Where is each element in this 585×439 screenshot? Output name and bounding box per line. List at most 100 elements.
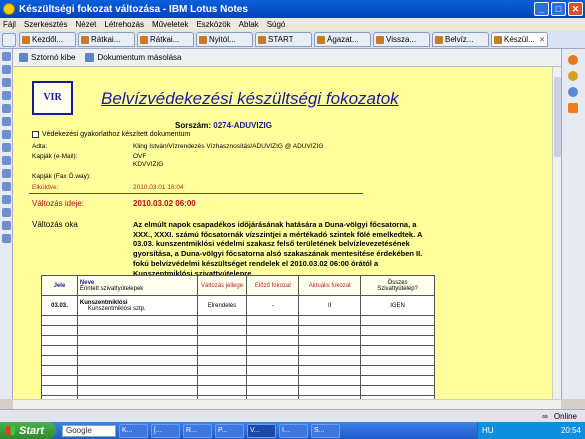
station-sub: Kunszentmiklósi sztp. [87,305,146,312]
cell-neve [76,355,198,366]
menu-help[interactable]: Súgó [267,20,286,29]
tab-keszultseg[interactable]: Készül... ✕ [491,32,548,47]
tab-nyitolap[interactable]: Nyitól... [196,32,253,47]
activities-icon[interactable] [568,87,578,97]
checkbox-box[interactable] [32,131,39,138]
cell-jele [41,355,78,366]
open-list-icon[interactable] [2,32,16,47]
google-search-box[interactable]: Google [62,424,116,437]
vertical-scrollbar[interactable] [552,67,561,399]
cell-jelleg [196,385,248,396]
web-bookmark-icon[interactable] [2,208,11,217]
taskbar-item[interactable]: S... [311,423,340,438]
menu-view[interactable]: Nézet [75,20,96,29]
minimize-button[interactable]: _ [534,2,549,16]
col-jele: Jele [41,275,78,296]
cell-aktualis [298,345,362,356]
cell-jelleg [196,355,248,366]
cell-jelleg [196,365,248,376]
reason-label: Változás oka [32,220,78,229]
menu-create[interactable]: Létrehozás [104,20,144,29]
tab-ratkai-1[interactable]: Rátkai... [78,32,135,47]
mail-bookmark-icon[interactable] [2,65,11,74]
tab-start[interactable]: START [255,32,312,47]
day-at-a-glance-icon[interactable] [568,71,578,81]
home-bookmark-icon[interactable] [2,52,11,61]
tab-close-icon[interactable]: ✕ [539,36,545,44]
feeds-icon[interactable] [568,103,578,113]
exercise-checkbox[interactable]: Védekezési gyakorlathoz készített dokume… [32,131,190,138]
cell-jele: 03.03. [41,295,78,316]
cell-osszes [360,315,435,326]
taskbar-item[interactable]: [... [151,423,180,438]
close-button[interactable]: ✕ [568,2,583,16]
tab-icon [317,35,325,44]
cell-jelleg [196,335,248,346]
taskbar-item[interactable]: K... [119,423,148,438]
windows-logo-icon [6,426,15,435]
tab-vissza[interactable]: Vissza... [373,32,430,47]
sametime-bookmark-icon[interactable] [2,221,11,230]
folder-bookmark-icon[interactable] [2,182,11,191]
taskbar-item[interactable]: R... [183,423,212,438]
horizontal-scrollbar[interactable] [13,399,561,409]
taskbar-item[interactable]: I... [279,423,308,438]
tab-kezdolap[interactable]: Kezdől... [19,32,76,47]
todo-bookmark-icon[interactable] [2,104,11,113]
cell-aktualis [298,325,362,336]
document-body: VIR Belvízvédekezési készültségi fokozat… [13,67,552,399]
cell-osszes: IGEN [360,295,435,316]
col-jelleg: Változás jellege [196,275,248,296]
col-elozo: Előző fokozat [246,275,300,296]
lotus-notes-icon [3,3,15,15]
menu-window[interactable]: Ablak [239,20,259,29]
change-time-label: Változás ideje: [32,199,85,208]
taskbar-item[interactable]: V... [247,423,276,438]
folder-bookmark-icon[interactable] [2,195,11,204]
fax-label: Kapják (Fax Ö.way): [32,173,91,180]
page-title: Belvízvédekezési készültségi fokozatok [101,89,399,108]
replicator-bookmark-icon[interactable] [2,117,11,126]
menu-actions[interactable]: Műveletek [152,20,188,29]
glasses-icon[interactable]: ∞ [542,412,548,421]
cell-jele [41,335,78,346]
calendar-bookmark-icon[interactable] [2,78,11,87]
tab-icon [22,35,30,44]
menu-file[interactable]: Fájl [3,20,16,29]
cell-elozo [246,385,300,396]
windows-taskbar: Start Google K... [... R... P... V... I.… [0,422,585,439]
cell-osszes [360,375,435,386]
cell-aktualis [298,315,362,326]
folder-bookmark-icon[interactable] [2,130,11,139]
divider [29,193,363,194]
folder-bookmark-icon[interactable] [2,156,11,165]
menu-edit[interactable]: Szerkesztés [24,20,68,29]
tab-belviz[interactable]: Belvíz... [432,32,489,47]
tab-icon [140,35,148,44]
tab-ratkai-2[interactable]: Rátkai... [137,32,194,47]
cell-aktualis: II [298,295,362,316]
taskbar-item[interactable]: P... [215,423,244,438]
email-label: Kapják (e-Mail): [32,153,78,160]
help-bookmark-icon[interactable] [2,234,11,243]
tab-agazat[interactable]: Ágazat... [314,32,371,47]
status-bar: ∞ Online [0,409,585,422]
cell-jele [41,385,78,396]
sztorno-button[interactable]: Sztornó kibe [19,53,75,62]
sametime-icon[interactable] [568,55,578,65]
sent-value: 2010.03.01 16:04 [133,184,184,191]
cell-aktualis [298,355,362,366]
folder-bookmark-icon[interactable] [2,143,11,152]
copy-document-button[interactable]: Dokumentum másolása [85,53,182,62]
cell-jelleg [196,345,248,356]
online-status[interactable]: Online [554,412,577,421]
contacts-bookmark-icon[interactable] [2,91,11,100]
scroll-thumb[interactable] [554,77,561,157]
maximize-button[interactable]: □ [551,2,566,16]
bookmark-bar [0,49,13,399]
folder-bookmark-icon[interactable] [2,169,11,178]
language-indicator[interactable]: HU [482,426,494,435]
cell-aktualis [298,335,362,346]
menu-tools[interactable]: Eszközök [196,20,230,29]
start-button[interactable]: Start [0,422,56,439]
